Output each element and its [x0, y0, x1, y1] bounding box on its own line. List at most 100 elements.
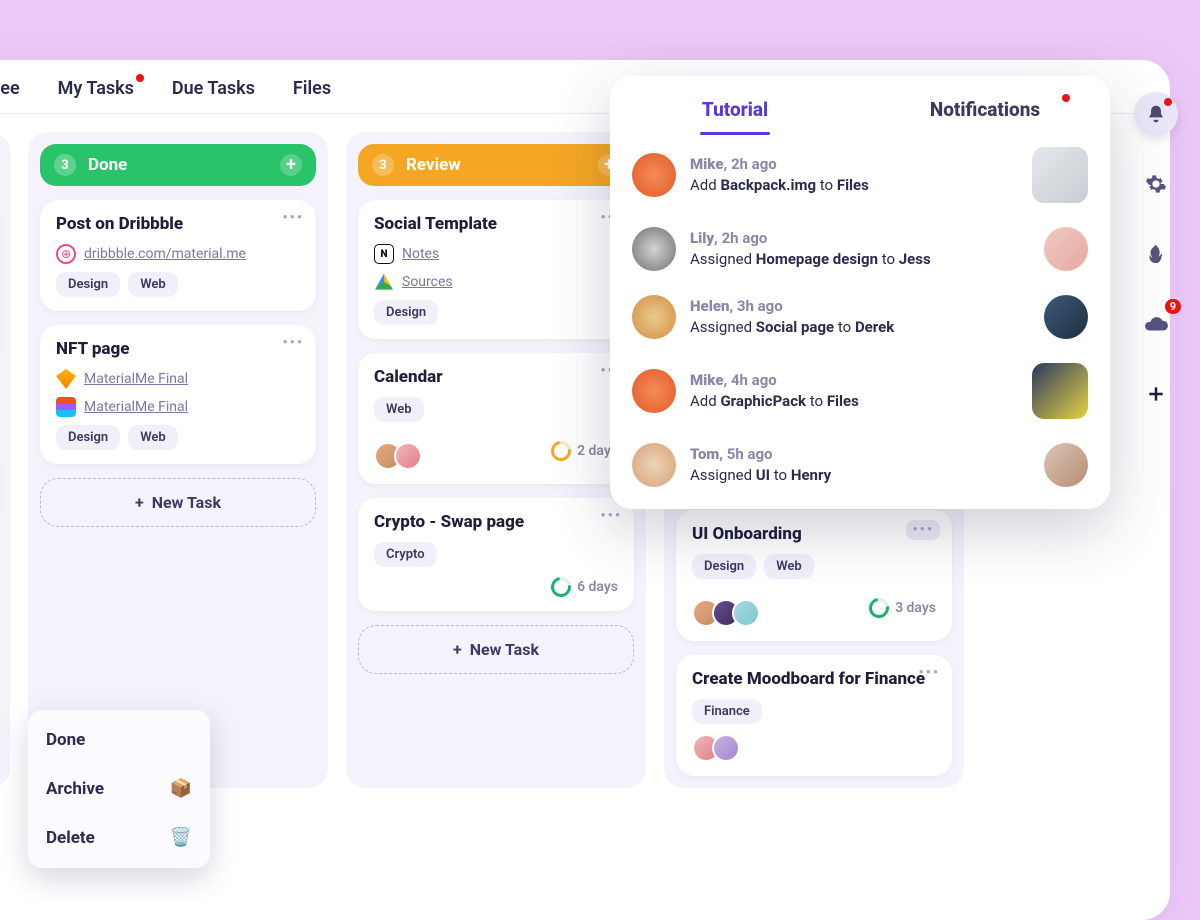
dribbble-icon: ⊕	[56, 244, 76, 264]
tab-assignee[interactable]: gnee	[0, 78, 20, 99]
notification-dot	[1062, 94, 1070, 102]
tag[interactable]: Web	[764, 554, 814, 579]
new-task-button[interactable]: +New Task	[358, 625, 634, 674]
due-badge: 2 days	[551, 441, 618, 461]
link-text[interactable]: MaterialMe Final	[84, 399, 188, 415]
task-card-nft-page[interactable]: ••• NFT page MaterialMe Final MaterialMe…	[40, 325, 316, 464]
card-menu-icon[interactable]: •••	[918, 665, 940, 681]
due-text: 3 days	[895, 600, 936, 616]
due-badge: 6 days	[551, 577, 618, 597]
avatar	[632, 369, 676, 413]
gear-icon	[1145, 173, 1167, 195]
card-menu-icon[interactable]: •••	[906, 520, 940, 540]
tab-label: My Tasks	[58, 78, 134, 99]
card-link[interactable]: MaterialMe Final	[56, 369, 300, 389]
ctx-delete[interactable]: Delete🗑️	[28, 813, 210, 862]
link-text[interactable]: dribbble.com/material.me	[84, 246, 246, 262]
button-label: New Task	[152, 493, 221, 512]
tab-files[interactable]: Files	[293, 78, 331, 99]
tag[interactable]: Design	[692, 554, 756, 579]
plus-icon: +	[135, 493, 144, 512]
notification-item[interactable]: Tom, 5h ago Assigned UI to Henry	[610, 431, 1110, 499]
notification-text: Mike, 2h ago Add Backpack.img to Files	[690, 154, 1018, 196]
notif-tab-tutorial[interactable]: Tutorial	[610, 76, 860, 135]
notification-text: Helen, 3h ago Assigned Social page to De…	[690, 296, 1030, 338]
notification-dot	[136, 74, 144, 82]
notification-item[interactable]: Helen, 3h ago Assigned Social page to De…	[610, 283, 1110, 351]
ctx-archive[interactable]: Archive📦	[28, 764, 210, 813]
task-card-social-template[interactable]: ••• Social Template NNotes Sources Desig…	[358, 200, 634, 339]
column-count: 3	[54, 154, 76, 176]
tab-label: Tutorial	[702, 98, 768, 121]
add-button[interactable]	[1134, 372, 1178, 416]
tag[interactable]: Web	[128, 425, 178, 450]
card-menu-icon[interactable]: •••	[600, 508, 622, 524]
settings-button[interactable]	[1134, 162, 1178, 206]
button-label: New Task	[470, 640, 539, 659]
tag[interactable]: Finance	[692, 699, 762, 724]
right-icon-rail: 9	[1134, 92, 1178, 416]
new-task-button[interactable]: + New Task	[40, 478, 316, 527]
task-card-moodboard[interactable]: ••• Create Moodboard for Finance Finance	[676, 655, 952, 776]
notifications-button[interactable]	[1134, 92, 1178, 136]
column-inprogress: + ••• s ••• ate 23 hours	[0, 132, 10, 788]
notion-icon: N	[374, 244, 394, 264]
column-review: 3 Review + ••• Social Template NNotes So…	[346, 132, 646, 788]
tag[interactable]: Design	[56, 272, 120, 297]
gdrive-icon	[374, 272, 394, 292]
plus-icon	[1146, 384, 1166, 404]
card-menu-icon[interactable]: •••	[282, 335, 304, 351]
avatar	[394, 442, 422, 470]
assignee-avatars[interactable]	[692, 734, 936, 762]
card-link[interactable]: MaterialMe Final	[56, 397, 300, 417]
task-card-post-dribbble[interactable]: ••• Post on Dribbble ⊕ dribbble.com/mate…	[40, 200, 316, 311]
tag-list: Crypto	[374, 542, 618, 567]
tab-label: Notifications	[930, 98, 1040, 121]
tab-due-tasks[interactable]: Due Tasks	[172, 78, 255, 99]
due-text: 6 days	[577, 579, 618, 595]
tab-my-tasks[interactable]: My Tasks	[58, 78, 134, 99]
link-text[interactable]: Sources	[402, 274, 453, 290]
notif-tab-notifications[interactable]: Notifications	[860, 76, 1110, 135]
avatar	[632, 443, 676, 487]
card-menu-icon[interactable]: •••	[282, 210, 304, 226]
ctx-done[interactable]: Done	[28, 716, 210, 764]
card-link[interactable]: Sources	[374, 272, 618, 292]
card-title: NFT page	[56, 339, 300, 359]
bell-icon	[1146, 104, 1166, 124]
task-card-ui-onboarding[interactable]: ••• UI Onboarding Design Web 3 days	[676, 510, 952, 641]
card-title: Create Moodboard for Finance	[692, 669, 936, 689]
ctx-label: Archive	[46, 779, 104, 799]
notification-item[interactable]: Mike, 2h ago Add Backpack.img to Files	[610, 135, 1110, 215]
avatar	[632, 153, 676, 197]
column-header[interactable]: 3 Review +	[358, 144, 634, 186]
notif-tabs: Tutorial Notifications	[610, 76, 1110, 135]
card-link[interactable]: ⊕ dribbble.com/material.me	[56, 244, 300, 264]
trash-icon: 🗑️	[170, 827, 192, 848]
column-header[interactable]: 3 Done +	[40, 144, 316, 186]
notification-item[interactable]: Mike, 4h ago Add GraphicPack to Files	[610, 351, 1110, 431]
tag[interactable]: Web	[374, 397, 424, 422]
column-done: 3 Done + ••• Post on Dribbble ⊕ dribbble…	[28, 132, 328, 788]
cloud-button[interactable]: 9	[1134, 302, 1178, 346]
notification-item[interactable]: Lily, 2h ago Assigned Homepage design to…	[610, 215, 1110, 283]
trending-button[interactable]	[1134, 232, 1178, 276]
link-text[interactable]: Notes	[402, 246, 439, 262]
card-title: Post on Dribbble	[56, 214, 300, 234]
tag[interactable]: Crypto	[374, 542, 437, 567]
card-link[interactable]: N Notes	[374, 244, 618, 264]
assignee-avatars[interactable]	[374, 442, 422, 470]
tag[interactable]: Design	[56, 425, 120, 450]
column-count: 3	[372, 154, 394, 176]
add-card-icon[interactable]: +	[280, 154, 302, 176]
task-card-crypto[interactable]: ••• Crypto - Swap page Crypto 6 days	[358, 498, 634, 611]
figma-icon	[56, 397, 76, 417]
task-card-calendar[interactable]: ••• Calendar Web 2 days	[358, 353, 634, 484]
tag[interactable]: Design	[374, 300, 438, 325]
tag[interactable]: Web	[128, 272, 178, 297]
link-text[interactable]: MaterialMe Final	[84, 371, 188, 387]
tag-list: Design	[374, 300, 618, 325]
column-title: Review	[406, 155, 461, 175]
tab-label: gnee	[0, 78, 20, 99]
assignee-avatars[interactable]	[692, 599, 760, 627]
